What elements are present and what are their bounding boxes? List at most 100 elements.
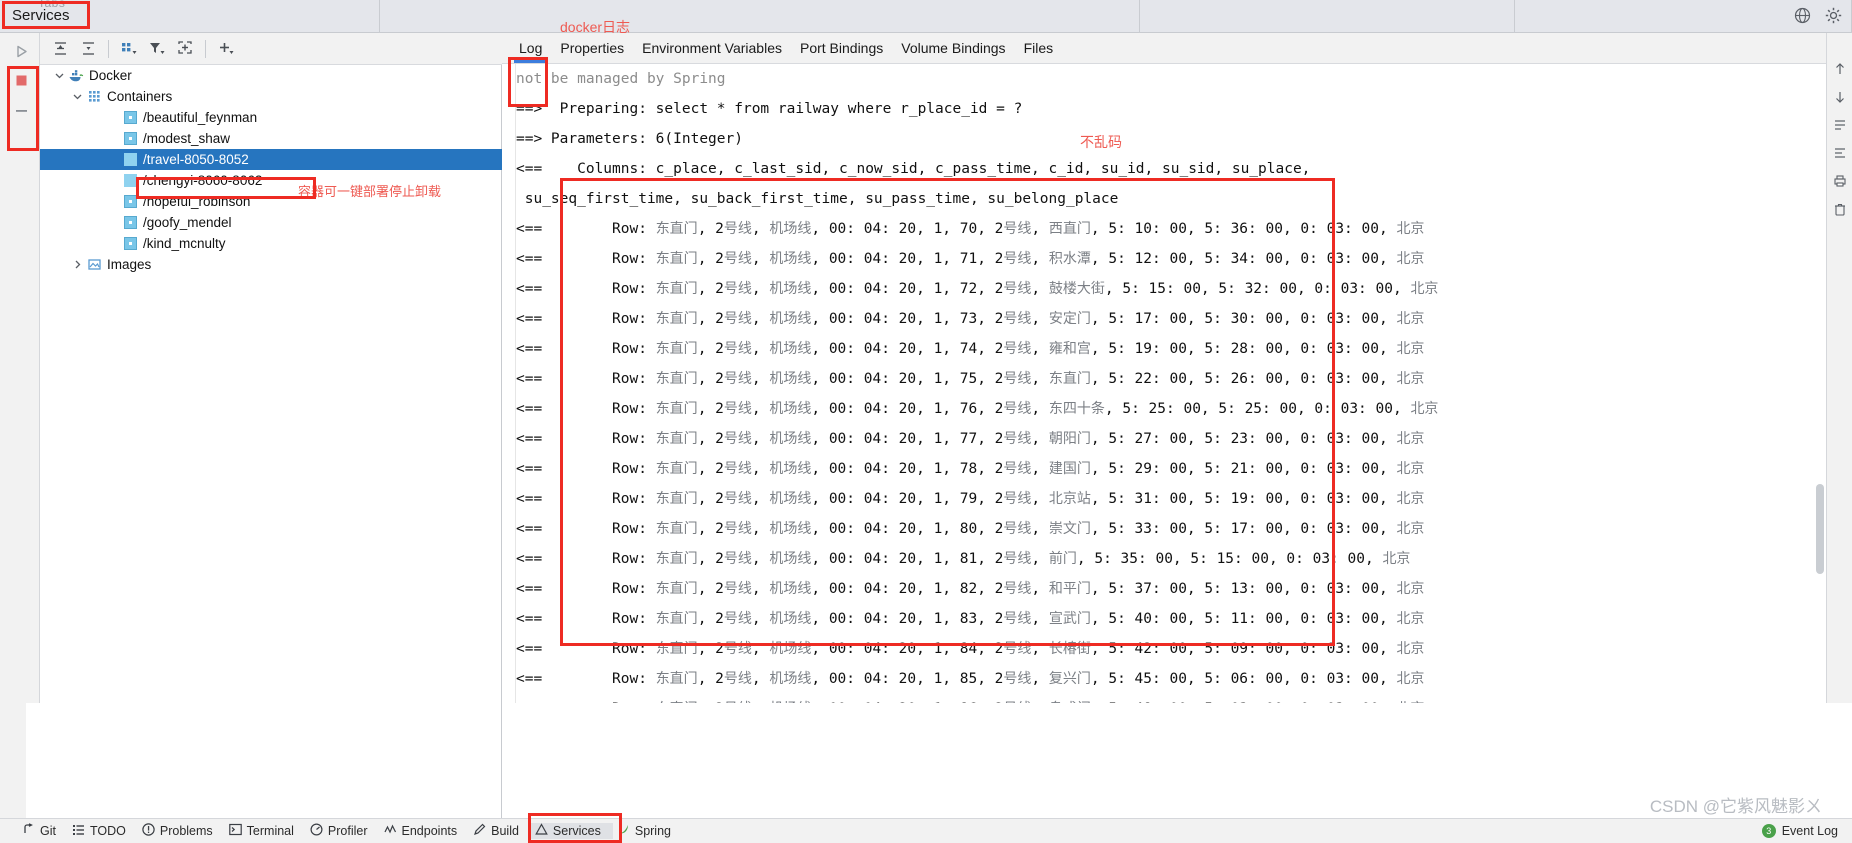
tab-properties[interactable]: Properties (551, 35, 633, 62)
scroll-down-icon[interactable] (1827, 83, 1852, 111)
print-icon[interactable] (1827, 167, 1852, 195)
event-log-label: Event Log (1781, 824, 1838, 838)
event-count-badge: 3 (1761, 824, 1776, 838)
bottom-left-blank-panel (26, 703, 502, 818)
log-line: <== Row: 东直门, 2号线, 机场线, 00: 04: 20, 1, 7… (516, 251, 1425, 267)
add-service-button[interactable] (212, 36, 240, 62)
statusbar-item-endpoints[interactable]: Endpoints (380, 823, 470, 839)
tab-cell-1: Tabs Services (0, 0, 380, 33)
log-line: <== Row: 东直门, 2号线, 机场线, 00: 04: 20, 1, 7… (516, 431, 1425, 447)
stop-square-icon (16, 75, 26, 85)
rail-ghost-label-1 (0, 73, 10, 77)
statusbar-item-profiler[interactable]: Profiler (306, 823, 380, 839)
filter-funnel-icon (150, 43, 165, 54)
statusbar-item-label: Endpoints (401, 824, 458, 838)
expand-all-button[interactable] (46, 36, 74, 62)
services-tree-panel: Docker Containers/beautiful_feynman/modes… (40, 33, 502, 703)
tree-item-label: /chengyi-8060-8062 (143, 173, 263, 188)
stop-button[interactable] (10, 69, 32, 91)
soft-wrap-icon[interactable] (1827, 111, 1852, 139)
git-icon (22, 823, 35, 839)
chevron-down-icon[interactable] (52, 69, 66, 83)
tree-item-label: /hopeful_robinson (143, 194, 251, 209)
tab-environment-variables[interactable]: Environment Variables (633, 35, 791, 62)
services-tree[interactable]: Docker Containers/beautiful_feynman/modes… (40, 65, 502, 703)
collapse-all-button[interactable] (74, 36, 102, 62)
container-stopped-icon (122, 194, 138, 210)
spring-icon (617, 823, 630, 839)
statusbar-item-label: Services (552, 824, 601, 838)
images-icon (86, 257, 102, 273)
scroll-end-icon[interactable] (1827, 139, 1852, 167)
tab-port-bindings[interactable]: Port Bindings (791, 35, 892, 62)
statusbar-item-spring[interactable]: Spring (613, 823, 683, 839)
tree-item-hopeful-robinson[interactable]: /hopeful_robinson (40, 191, 502, 212)
tree-item-modest-shaw[interactable]: /modest_shaw (40, 128, 502, 149)
statusbar-item-problems[interactable]: Problems (138, 823, 225, 839)
statusbar-item-git[interactable]: Git (18, 823, 68, 839)
tree-item-chengyi-8060-8062[interactable]: /chengyi-8060-8062 (40, 170, 502, 191)
tree-item-docker[interactable]: Docker (40, 65, 502, 86)
tree-item-label: Docker (89, 68, 132, 83)
chevron-right-icon[interactable] (70, 258, 84, 272)
tree-item-label: /travel-8050-8052 (143, 152, 249, 167)
statusbar-item-label: Spring (634, 824, 671, 838)
statusbar-item-build[interactable]: Build (469, 823, 531, 839)
log-line: <== Row: 东直门, 2号线, 机场线, 00: 04: 20, 1, 8… (516, 641, 1425, 657)
container-stopped-icon (122, 215, 138, 231)
profiler-icon (310, 823, 323, 839)
add-frame-button[interactable] (171, 36, 199, 62)
add-frame-icon (178, 41, 192, 54)
run-button[interactable] (10, 40, 32, 62)
container-stopped-icon (122, 110, 138, 126)
toolbar-separator-2 (205, 39, 206, 58)
trash-icon[interactable] (1827, 195, 1852, 223)
tab-files[interactable]: Files (1015, 35, 1063, 62)
statusbar-item-label: Profiler (327, 824, 368, 838)
log-line: <== Row: 东直门, 2号线, 机场线, 00: 04: 20, 1, 7… (516, 491, 1425, 507)
log-line: <== Row: 东直门, 2号线, 机场线, 00: 04: 20, 1, 7… (516, 281, 1439, 297)
statusbar-item-services[interactable]: Services (530, 823, 613, 839)
terminal-icon (228, 823, 242, 839)
filter-button[interactable] (143, 36, 171, 62)
statusbar-item-terminal[interactable]: Terminal (225, 823, 306, 839)
window-action-icons (1794, 7, 1842, 24)
log-vertical-scrollbar[interactable] (1815, 64, 1825, 674)
services-icon (535, 823, 548, 839)
statusbar-item-label: Build (491, 824, 519, 838)
log-line: su_seq_first_time, su_back_first_time, s… (516, 191, 1119, 207)
tree-item-goofy-mendel[interactable]: /goofy_mendel (40, 212, 502, 233)
tree-item-label: /kind_mcnulty (143, 236, 226, 251)
collapse-all-icon (82, 42, 94, 55)
scrollbar-thumb[interactable] (1816, 484, 1824, 574)
group-button[interactable] (115, 36, 143, 62)
tree-item-containers[interactable]: Containers (40, 86, 502, 107)
gear-icon[interactable] (1825, 7, 1842, 24)
todo-icon (72, 823, 85, 839)
tab-log[interactable]: Log (510, 35, 551, 63)
tree-item-images[interactable]: Images (40, 254, 502, 275)
container-detail-tabs[interactable]: Log Properties Environment Variables Port B… (502, 33, 1852, 64)
tree-item-label: Images (107, 257, 152, 272)
tree-item-label: Containers (107, 89, 173, 104)
statusbar-item-todo[interactable]: TODO (68, 823, 138, 839)
log-output-area[interactable]: not be managed by Spring ==> Preparing: s… (502, 64, 1852, 703)
bottom-right-blank-panel (502, 703, 1852, 818)
chevron-down-icon[interactable] (70, 90, 84, 104)
tab-volume-bindings[interactable]: Volume Bindings (892, 35, 1014, 62)
scroll-up-icon[interactable] (1827, 55, 1852, 83)
tree-item-beautiful-feynman[interactable]: /beautiful_feynman (40, 107, 502, 128)
globe-icon[interactable] (1794, 7, 1811, 24)
rail-ghost-label-2 (0, 593, 10, 597)
minimize-button[interactable] (10, 99, 32, 121)
tree-item-travel-8050-8052[interactable]: /travel-8050-8052 (40, 149, 502, 170)
statusbar-event-log[interactable]: 3 Event Log (1761, 824, 1838, 838)
services-tool-window-title[interactable]: Services (8, 6, 74, 25)
container-running-icon (122, 152, 138, 168)
container-stopped-icon (122, 131, 138, 147)
tree-item-kind-mcnulty[interactable]: /kind_mcnulty (40, 233, 502, 254)
